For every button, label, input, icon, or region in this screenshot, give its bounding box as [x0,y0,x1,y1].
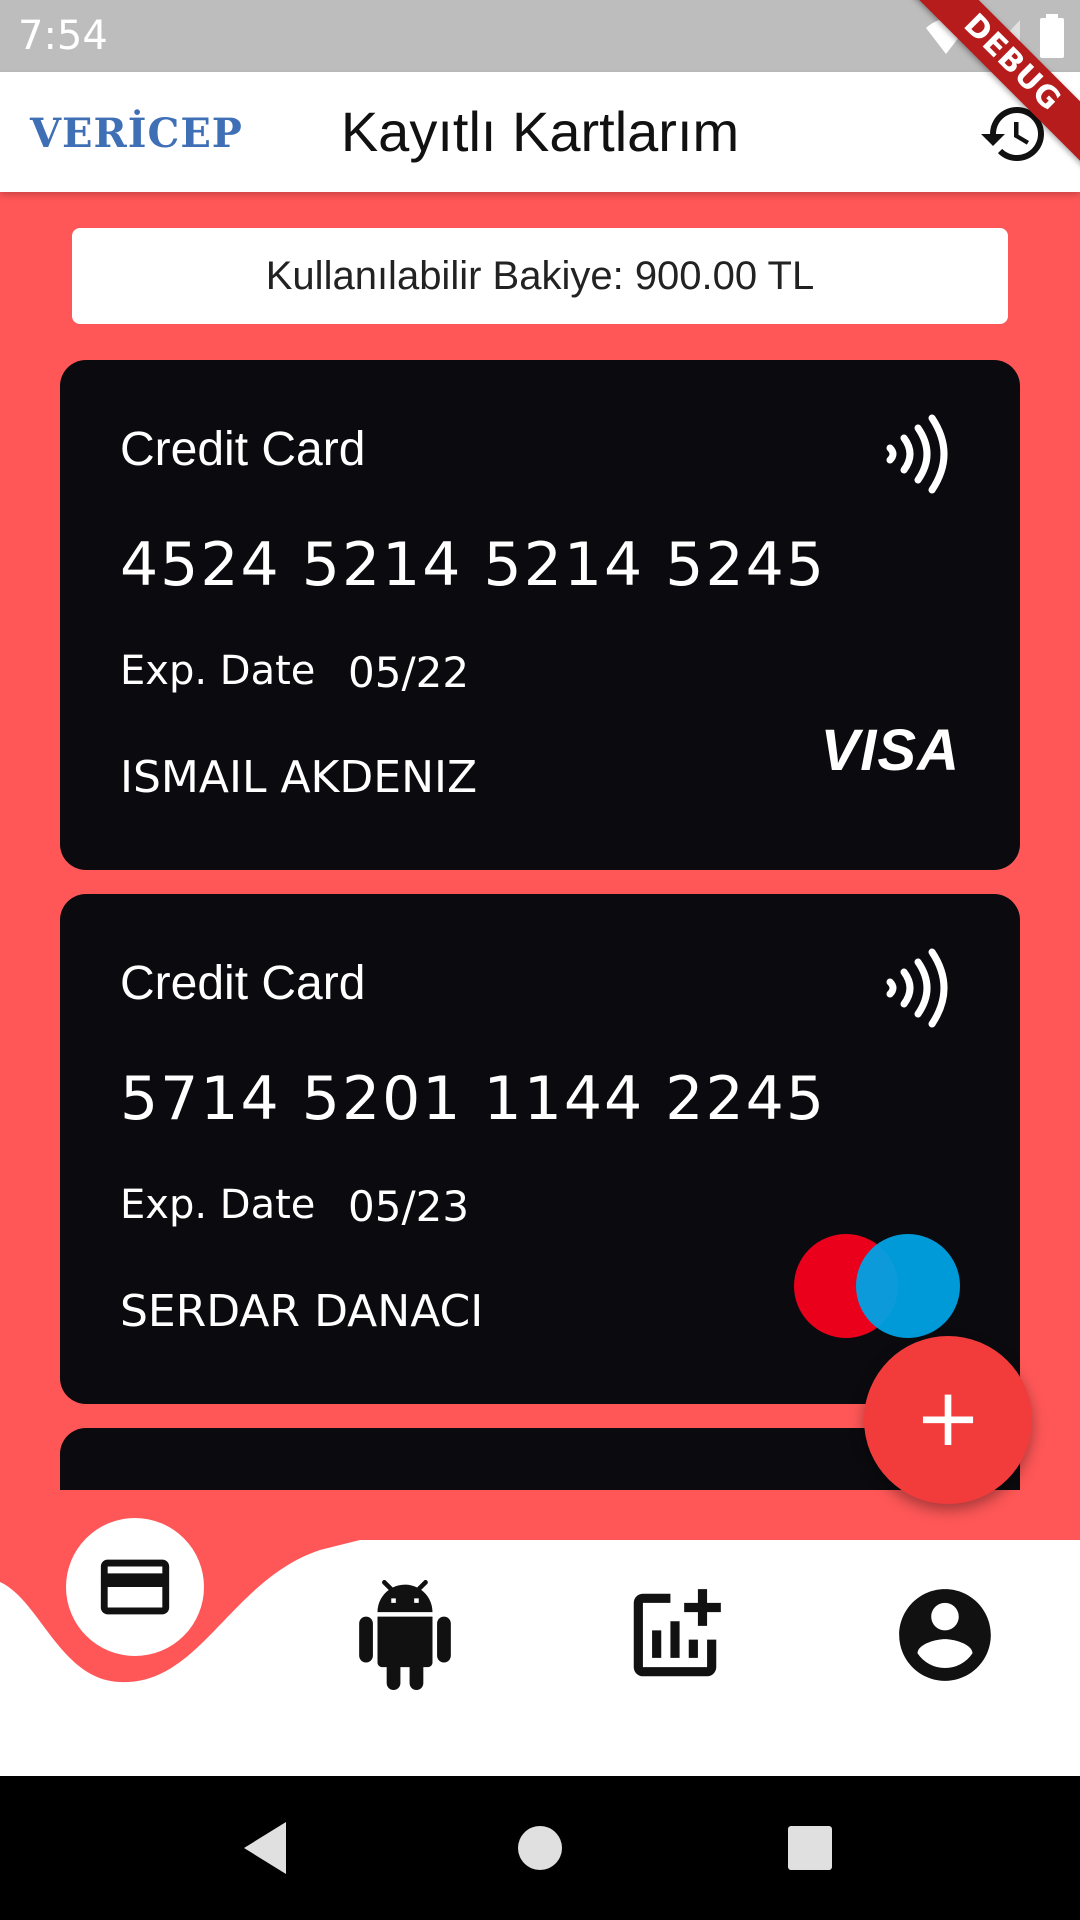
credit-card-icon [100,1559,170,1615]
page-title: Kayıtlı Kartlarım [340,100,740,163]
card-holder-name: ISMAIL AKDENIZ [120,752,478,803]
battery-icon [1040,14,1064,58]
contactless-icon [886,948,948,1028]
card-type: Credit Card [120,423,366,476]
bottom-navigation [0,1518,1080,1776]
recents-icon[interactable] [778,1816,842,1880]
exp-date-label: Exp. Date [120,1182,316,1228]
nav-item-stats[interactable] [620,1580,730,1690]
exp-date-value: 05/23 [348,1182,470,1231]
system-navigation-bar [0,1776,1080,1920]
status-bar: 7:54 [0,0,1080,72]
nav-item-android[interactable] [350,1580,460,1690]
android-icon [359,1580,451,1690]
nav-item-cards[interactable] [66,1518,204,1656]
app-bar: VERİCEP Kayıtlı Kartlarım [0,72,1080,192]
back-icon[interactable] [236,1816,300,1880]
maestro-logo [794,1234,960,1338]
credit-card-item[interactable]: Credit Card 4524 5214 5214 5245 Exp. Dat… [60,360,1020,870]
nav-item-profile[interactable] [890,1580,1000,1690]
add-chart-icon [633,1589,721,1677]
home-icon[interactable] [508,1816,572,1880]
credit-card-item[interactable]: Credit Card 5714 5201 1144 2245 Exp. Dat… [60,894,1020,1404]
card-number: 5714 5201 1144 2245 [120,1064,826,1134]
maestro-blue-circle [856,1234,960,1338]
exp-date-label: Exp. Date [120,648,316,694]
contactless-icon [886,414,948,494]
add-card-button[interactable]: + [864,1336,1032,1504]
card-number: 4524 5214 5214 5245 [120,530,826,600]
card-holder-name: SERDAR DANACI [120,1286,484,1337]
balance-box: Kullanılabilir Bakiye: 900.00 TL [72,228,1008,324]
card-type: Credit Card [120,957,366,1010]
status-time: 7:54 [18,13,108,59]
visa-logo: VISA [820,718,960,783]
account-circle-icon [899,1589,991,1681]
exp-date-value: 05/22 [348,648,470,697]
card-list[interactable]: Credit Card 4524 5214 5214 5245 Exp. Dat… [60,360,1020,1490]
